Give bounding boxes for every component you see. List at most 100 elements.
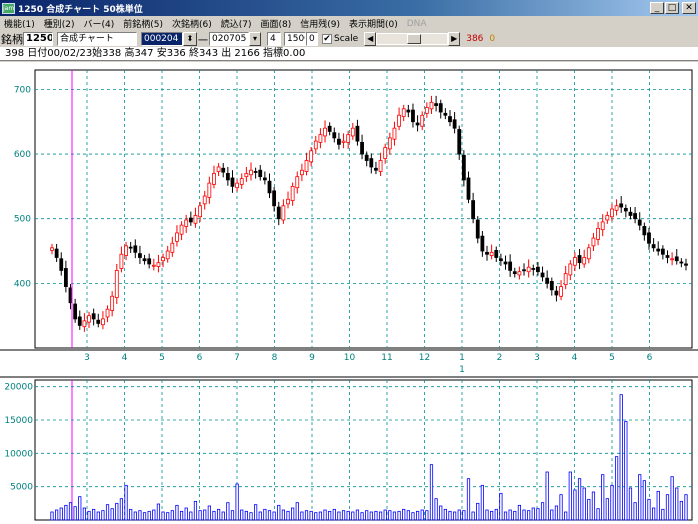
volume-bar	[351, 511, 355, 521]
scroll-left-button[interactable]: ◀	[364, 32, 377, 46]
chart-canvas[interactable]: 7006005004003 4 5 6 7 8 9 10 11 12 1 2 3 4 5 6120000150…	[0, 62, 698, 524]
volume-bar	[365, 510, 369, 521]
volume-bar	[619, 394, 623, 521]
volume-bar	[614, 456, 619, 521]
end-date-input[interactable]: 020705	[209, 32, 249, 46]
start-date-input[interactable]: 000204	[141, 32, 183, 46]
x-tick-label: 8	[272, 353, 278, 363]
candle-body	[619, 203, 624, 208]
volume-bar	[628, 487, 633, 521]
candle-body	[540, 272, 545, 278]
stock-name-field[interactable]: 合成チャート	[57, 32, 137, 46]
candle-body	[591, 237, 596, 247]
candle-body	[198, 205, 202, 218]
volume-bar	[304, 510, 309, 521]
scale-checkbox[interactable]: ✔	[322, 34, 332, 44]
volume-bar	[212, 510, 216, 521]
volume-bar	[142, 512, 147, 521]
volume-bar	[184, 507, 188, 521]
menu-screen[interactable]: 画面(8)	[261, 17, 292, 30]
x-tick-label: 4	[572, 353, 578, 363]
title-bar: jam 1250 合成チャート 50株単位 _ □ ✕	[0, 0, 698, 16]
candle-body	[517, 271, 522, 276]
candle-body	[392, 127, 397, 140]
volume-bar	[179, 510, 184, 521]
candle-body	[239, 178, 244, 185]
candle-body	[262, 177, 267, 181]
menu-load[interactable]: 読込(7)	[221, 17, 252, 30]
candle-body	[508, 261, 513, 271]
candle-body	[216, 166, 221, 172]
count2-input[interactable]: 0	[306, 32, 318, 46]
count-input[interactable]: 1500	[284, 32, 306, 46]
volume-y-tick-label: 20000	[4, 383, 33, 393]
volume-bar	[110, 508, 114, 521]
candle-body	[526, 266, 531, 273]
volume-bar	[527, 510, 531, 521]
menu-next-stock[interactable]: 次銘柄(6)	[172, 17, 212, 30]
stock-code-input[interactable]: 1250	[23, 32, 53, 46]
candle-body	[276, 206, 281, 220]
menu-prev-stock[interactable]: 前銘柄(5)	[123, 17, 163, 30]
end-date-dropdown-button[interactable]: ▾	[249, 32, 261, 46]
candle-body	[170, 242, 175, 253]
candle-body	[142, 258, 147, 262]
bar-width-input[interactable]: 4	[267, 32, 281, 46]
maximize-button[interactable]: □	[665, 2, 679, 14]
volume-bar	[263, 508, 267, 521]
candle-body	[309, 150, 314, 163]
candle-body	[327, 125, 332, 132]
candle-body	[660, 248, 665, 255]
volume-bar	[59, 507, 63, 521]
close-button[interactable]: ✕	[682, 2, 696, 14]
volume-bar	[596, 508, 600, 521]
volume-bar	[587, 498, 591, 521]
menu-display-period[interactable]: 表示期間(0)	[349, 17, 398, 30]
candle-body	[221, 167, 226, 173]
volume-bar	[499, 492, 503, 521]
volume-bar	[443, 508, 447, 521]
date-separator: 一	[198, 35, 208, 47]
date-spin-button[interactable]: ⬍	[183, 32, 197, 46]
menu-margin[interactable]: 信用残(9)	[300, 17, 340, 30]
candle-body	[360, 142, 364, 155]
candle-body	[674, 256, 679, 262]
candle-body	[138, 253, 142, 258]
candle-body	[642, 226, 647, 236]
candle-body	[457, 129, 462, 155]
scroll-right-button[interactable]: ▶	[448, 32, 461, 46]
candle-body	[452, 119, 457, 129]
candle-body	[656, 248, 661, 252]
candle-body	[559, 286, 563, 297]
candle-body	[290, 185, 295, 201]
period-scrollbar[interactable]	[376, 33, 449, 45]
volume-bar	[240, 509, 244, 521]
volume-bar	[55, 509, 59, 521]
minimize-button[interactable]: _	[650, 2, 664, 14]
x-tick-label: 6	[197, 353, 203, 363]
volume-bar	[605, 498, 609, 521]
volume-bar	[564, 511, 568, 521]
volume-bar	[235, 483, 239, 521]
candle-body	[281, 205, 286, 221]
candle-body	[378, 160, 383, 172]
menu-bar-settings[interactable]: バー(4)	[84, 17, 115, 30]
volume-bar	[568, 471, 572, 521]
volume-bar	[68, 502, 73, 521]
x-tick-label: 2	[497, 353, 503, 363]
scrollbar-thumb[interactable]	[407, 34, 422, 44]
candle-body	[434, 103, 439, 106]
volume-bar	[147, 510, 151, 521]
candle-body	[415, 122, 420, 126]
volume-bar	[166, 512, 170, 521]
candle-body	[87, 315, 91, 323]
menu-dna: DNA	[406, 18, 427, 29]
candle-body	[212, 173, 216, 185]
menu-function[interactable]: 機能(1)	[4, 17, 35, 30]
menu-type[interactable]: 種別(2)	[44, 17, 75, 30]
volume-bar	[540, 502, 545, 521]
volume-bar	[642, 480, 646, 521]
volume-bar	[476, 502, 480, 521]
candle-body	[286, 198, 290, 205]
candle-body	[448, 116, 452, 123]
